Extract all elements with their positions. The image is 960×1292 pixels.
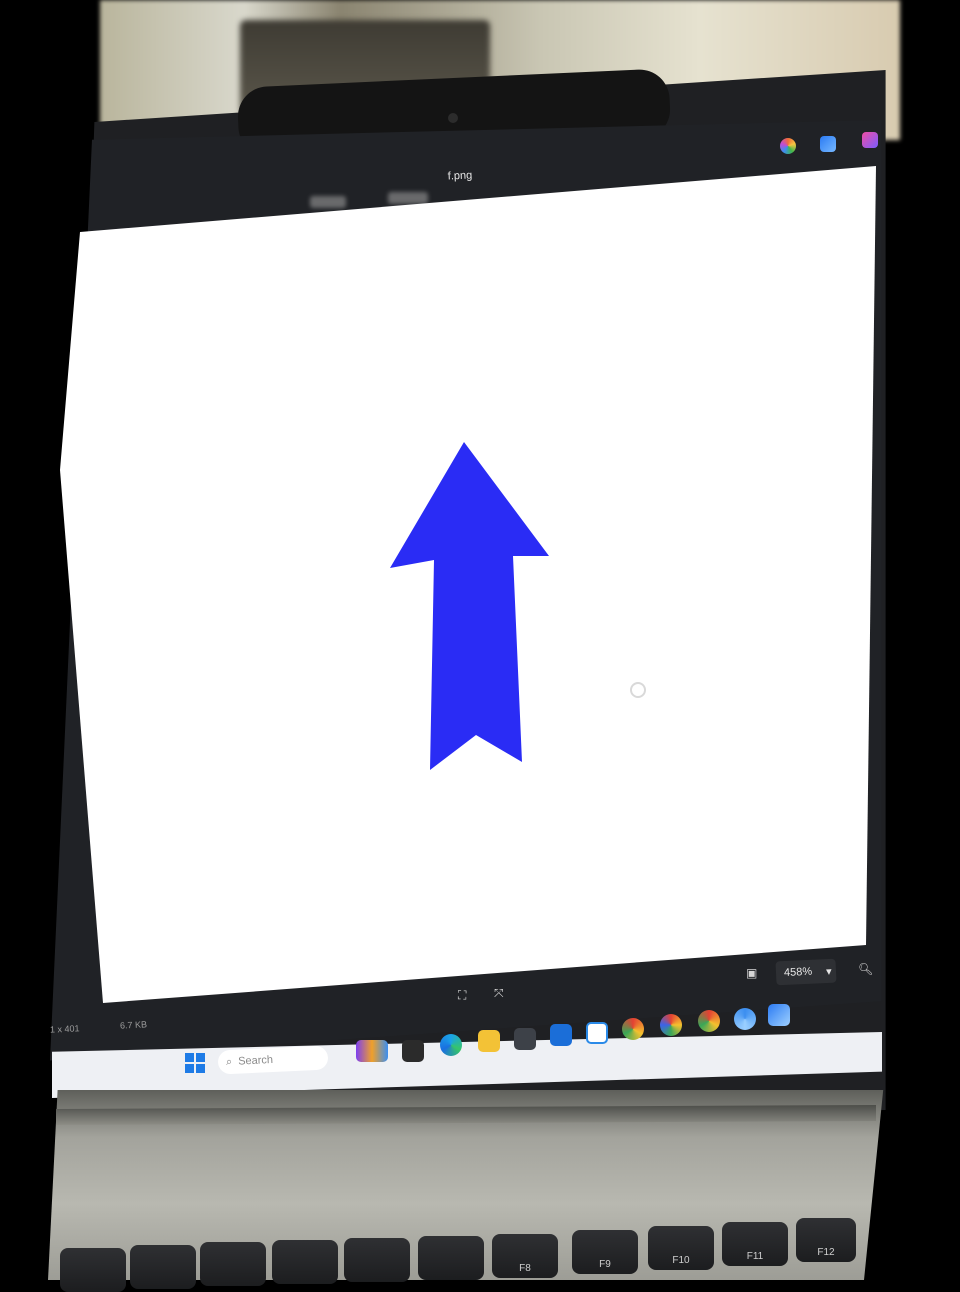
chrome-profile-icon[interactable]	[698, 1010, 720, 1032]
search-placeholder: Search	[237, 1054, 274, 1068]
windows-start-icon[interactable]	[184, 1052, 206, 1074]
designer-icon[interactable]	[862, 132, 878, 148]
keyboard-key[interactable]: F10	[648, 1226, 714, 1270]
toolbar-blur-2	[388, 192, 428, 204]
file-manager-icon[interactable]	[402, 1040, 424, 1062]
image-dimensions: 1 x 401	[49, 1023, 80, 1035]
chrome-profile-icon[interactable]	[660, 1014, 682, 1036]
keyboard-key[interactable]: F11	[722, 1222, 788, 1266]
copilot-icon[interactable]	[780, 138, 796, 154]
search-icon: ⌕	[225, 1055, 233, 1068]
zoom-level-value: 458%	[783, 965, 813, 979]
keyboard-key[interactable]	[200, 1242, 266, 1286]
webcam-icon	[448, 113, 458, 123]
photo-scene: f.png ⛶ ⤧ ▣ 458% ▾ 🔍︎ 1 x 401 6.7 KB ⌕ S…	[0, 0, 960, 1292]
keyboard-key[interactable]	[418, 1236, 484, 1280]
widgets-icon[interactable]	[356, 1040, 388, 1062]
keyboard-key[interactable]	[130, 1245, 196, 1289]
keyboard-key[interactable]: F9	[572, 1230, 638, 1274]
chrome-icon[interactable]	[622, 1018, 644, 1040]
mail-icon[interactable]	[550, 1024, 572, 1046]
fullscreen-icon[interactable]: ▣	[746, 966, 757, 980]
taskbar-search[interactable]: ⌕ Search	[217, 1045, 329, 1075]
keyboard-key[interactable]	[272, 1240, 338, 1284]
photo-viewer-icon[interactable]	[768, 1004, 790, 1026]
keyboard-key[interactable]	[60, 1248, 126, 1292]
toolbar-blur-1	[310, 196, 346, 208]
chevron-down-icon: ▾	[825, 965, 832, 978]
keyboard-key[interactable]: F8	[492, 1234, 558, 1278]
zoom-level-select[interactable]: 458% ▾	[775, 958, 837, 986]
chrome-profile-icon[interactable]	[734, 1008, 756, 1030]
actual-size-icon[interactable]: ⤧	[494, 986, 504, 1001]
file-size: 6.7 KB	[119, 1019, 148, 1031]
vscode-icon[interactable]	[586, 1022, 608, 1044]
folder-icon[interactable]	[478, 1030, 500, 1052]
photos-icon[interactable]	[514, 1028, 536, 1050]
photo-editor-icon[interactable]	[820, 136, 836, 152]
keyboard-key[interactable]: F12	[796, 1218, 856, 1262]
fit-screen-icon[interactable]: ⛶	[458, 988, 466, 1003]
laptop-screen	[50, 120, 882, 1061]
keyboard-key[interactable]	[344, 1238, 410, 1282]
zoom-in-icon[interactable]: 🔍︎	[858, 962, 873, 976]
edge-icon[interactable]	[440, 1034, 462, 1056]
